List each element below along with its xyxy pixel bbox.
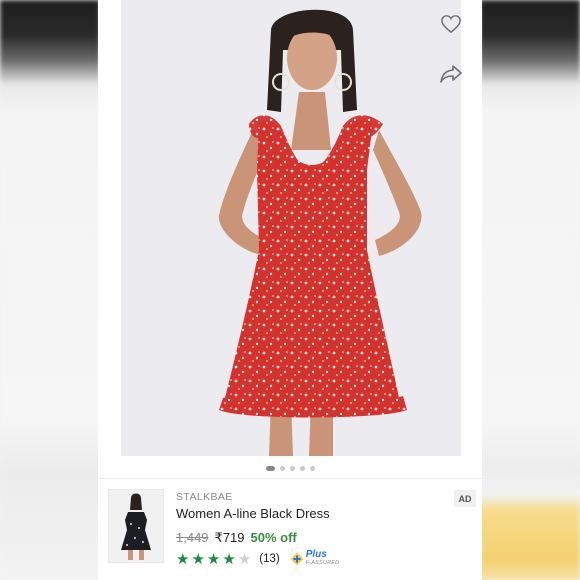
ad-badge: AD — [454, 490, 476, 507]
product-image[interactable] — [121, 0, 461, 456]
ad-product-thumbnail[interactable] — [108, 489, 164, 563]
blurred-backdrop-left — [0, 0, 100, 580]
plus-label: Plus — [305, 549, 327, 560]
star-icon: ★ — [222, 550, 236, 568]
carousel-dot[interactable] — [289, 465, 295, 471]
blurred-backdrop-right — [480, 0, 580, 580]
original-price: 1,449 — [176, 530, 209, 545]
plus-assured-icon — [290, 552, 304, 566]
carousel-dot[interactable] — [309, 465, 315, 471]
rating-count: (13) — [259, 553, 280, 565]
ad-product-title[interactable]: Women A-line Black Dress — [176, 506, 330, 521]
star-icon: ★ — [206, 550, 221, 568]
plus-assured-badge: Plus F-ASSURED — [290, 549, 340, 567]
carousel-dot[interactable] — [299, 465, 305, 471]
star-empty-icon: ★ — [237, 550, 252, 568]
selling-price: ₹719 — [214, 530, 245, 545]
discount-label: 50% off — [250, 530, 297, 545]
ad-price-row: 1,449 ₹719 50% off — [176, 530, 297, 546]
sponsored-product-card[interactable]: STALKBAE Women A-line Black Dress 1,449 … — [98, 480, 482, 580]
carousel-dot[interactable] — [265, 465, 275, 471]
model-dress-illustration — [218, 9, 422, 456]
image-carousel-indicator — [98, 463, 482, 473]
divider — [98, 478, 482, 479]
share-icon[interactable] — [436, 58, 466, 88]
ad-brand-name: STALKBAE — [176, 491, 233, 503]
star-icon: ★ — [191, 550, 205, 568]
product-screen: STALKBAE Women A-line Black Dress 1,449 … — [98, 0, 482, 580]
ad-rating-row: ★ ★ ★ ★ ★ (13) Plus F-ASSURED — [176, 549, 340, 568]
star-icon: ★ — [176, 550, 190, 568]
f-assured-label: F-ASSURED — [305, 560, 340, 566]
carousel-dot[interactable] — [279, 465, 285, 471]
heart-icon[interactable] — [436, 9, 466, 39]
